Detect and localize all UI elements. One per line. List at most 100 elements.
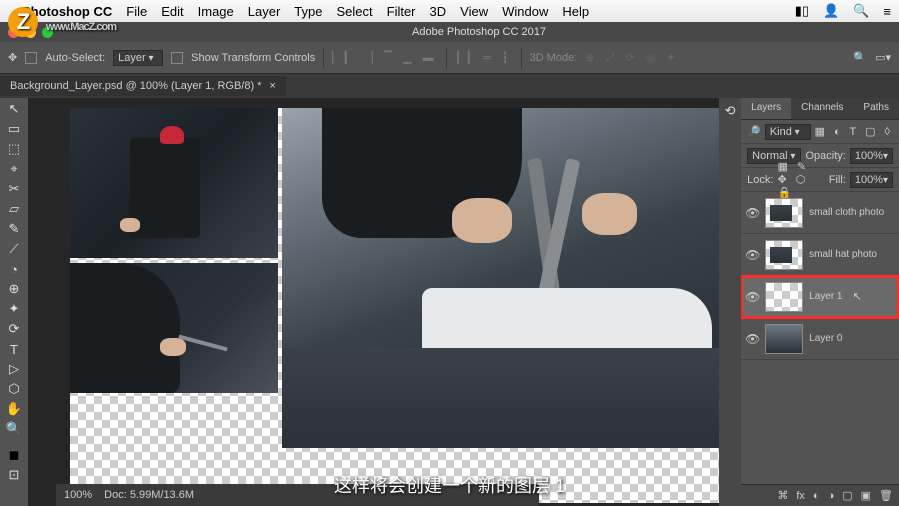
gradient-tool[interactable]: ⊕ <box>3 280 25 298</box>
path-tool[interactable]: ▷ <box>3 360 25 378</box>
cursor-icon: ↖ <box>853 290 862 303</box>
layer-row[interactable]: 👁 Layer 0 <box>741 318 899 360</box>
menu-icon[interactable]: ≡ <box>883 4 891 19</box>
marquee-tool[interactable]: ▭ <box>3 120 25 138</box>
layers-footer: ⌘ fx ◐ ◑ ▢ ▣ 🗑 <box>741 484 899 506</box>
menu-window[interactable]: Window <box>502 4 548 19</box>
layers-list: 👁 small cloth photo 👁 small hat photo 👁 … <box>741 192 899 484</box>
fx-icon[interactable]: fx <box>796 490 805 502</box>
layer-thumbnail[interactable] <box>765 282 803 312</box>
tab-close[interactable]: × <box>269 80 275 92</box>
canvas-area[interactable]: 100% Doc: 5.99M/13.6M <box>28 98 719 506</box>
image-small-hat <box>70 108 278 258</box>
3d-mode-icons: ⊕ ⤢ ⟳ ◎ ✦ <box>585 51 679 65</box>
visibility-toggle[interactable]: 👁 <box>745 290 759 304</box>
close-window[interactable] <box>8 27 19 38</box>
wand-tool[interactable]: ⌖ <box>3 160 25 178</box>
zoom-level[interactable]: 100% <box>64 489 92 501</box>
filter-kind[interactable]: Kind ▾ <box>765 124 811 140</box>
stamp-tool[interactable]: ⟋ <box>3 240 25 258</box>
menu-select[interactable]: Select <box>336 4 372 19</box>
tab-channels[interactable]: Channels <box>791 98 853 119</box>
search-tool-icon[interactable]: 🔍 <box>853 51 867 64</box>
zoom-window[interactable] <box>42 27 53 38</box>
zoom-tool[interactable]: 🔍 <box>3 420 25 438</box>
quickmask-toggle[interactable]: ⊡ <box>3 466 25 484</box>
right-panels: ⟲ Layers Channels Paths 🔎 Kind ▾ ▦ ◐ T ▢… <box>719 98 899 506</box>
tab-title: Background_Layer.psd @ 100% (Layer 1, RG… <box>10 80 261 92</box>
menu-type[interactable]: Type <box>294 4 322 19</box>
move-tool[interactable]: ↖ <box>3 100 25 118</box>
adjustment-icon[interactable]: ◑ <box>828 490 835 502</box>
layer-thumbnail[interactable] <box>765 240 803 270</box>
minimize-window[interactable] <box>25 27 36 38</box>
document-tabs: Background_Layer.psd @ 100% (Layer 1, RG… <box>0 74 899 98</box>
group-icon[interactable]: ▢ <box>842 489 852 502</box>
panel-tabs: Layers Channels Paths <box>741 98 899 120</box>
menu-help[interactable]: Help <box>562 4 589 19</box>
3d-mode-label: 3D Mode: <box>530 52 578 64</box>
auto-select-checkbox[interactable] <box>25 52 37 64</box>
frame-tool[interactable]: ▱ <box>3 200 25 218</box>
fill-value[interactable]: 100%▾ <box>850 172 893 188</box>
doc-info[interactable]: Doc: 5.99M/13.6M <box>104 489 194 501</box>
move-tool-indicator: ✥ <box>8 51 17 64</box>
toolbox: ↖ ▭ ⬚ ⌖ ✂ ▱ ✎ ⟋ ◔ ⊕ ✦ ⟳ T ▷ ⬡ ✋ 🔍 ◼ ⊡ <box>0 98 28 506</box>
panel-strip: ⟲ <box>719 98 741 506</box>
window-title: Adobe Photoshop CC 2017 <box>412 26 546 38</box>
visibility-toggle[interactable]: 👁 <box>745 332 759 346</box>
auto-select-target[interactable]: Layer ▾ <box>113 50 163 66</box>
delete-layer-icon[interactable]: 🗑 <box>879 489 893 502</box>
visibility-toggle[interactable]: 👁 <box>745 206 759 220</box>
user-icon[interactable]: 👤 <box>823 3 839 19</box>
layer-name[interactable]: small hat photo <box>809 249 877 260</box>
menu-view[interactable]: View <box>460 4 488 19</box>
eraser-tool[interactable]: ◔ <box>3 260 25 278</box>
align-icons[interactable]: ▏▎ ▕ ▔ ▁ ▬ <box>332 51 438 64</box>
opacity-value[interactable]: 100%▾ <box>850 148 893 164</box>
blur-tool[interactable]: ✦ <box>3 300 25 318</box>
menu-edit[interactable]: Edit <box>161 4 183 19</box>
workspace-switcher[interactable]: ▭▾ <box>875 51 891 64</box>
layer-thumbnail[interactable] <box>765 198 803 228</box>
status-bar: 100% Doc: 5.99M/13.6M <box>56 484 539 506</box>
distribute-icons[interactable]: ┃┃ ═ ┇ <box>455 51 513 64</box>
app-menu[interactable]: Photoshop CC <box>22 4 112 19</box>
auto-select-label: Auto-Select: <box>45 52 105 64</box>
menu-layer[interactable]: Layer <box>248 4 281 19</box>
show-transform-checkbox[interactable] <box>171 52 183 64</box>
tab-paths[interactable]: Paths <box>853 98 899 119</box>
foreground-color[interactable]: ◼ <box>3 446 25 464</box>
menu-3d[interactable]: 3D <box>430 4 447 19</box>
filter-icons[interactable]: ▦ ◐ T ▢ ◊ <box>815 125 893 138</box>
fill-label: Fill: <box>829 174 846 186</box>
layer-thumbnail[interactable] <box>765 324 803 354</box>
window-titlebar: Adobe Photoshop CC 2017 <box>0 22 899 42</box>
layer-row[interactable]: 👁 small cloth photo <box>741 192 899 234</box>
layer-row-selected[interactable]: 👁 Layer 1 ↖ <box>741 276 899 318</box>
type-tool[interactable]: T <box>3 340 25 358</box>
brush-tool[interactable]: ✎ <box>3 220 25 238</box>
layer-name[interactable]: small cloth photo <box>809 207 884 218</box>
tab-layers[interactable]: Layers <box>741 98 791 119</box>
dodge-tool[interactable]: ⟳ <box>3 320 25 338</box>
menu-image[interactable]: Image <box>198 4 234 19</box>
mask-icon[interactable]: ◐ <box>813 490 820 502</box>
layer-row[interactable]: 👁 small hat photo <box>741 234 899 276</box>
layer-name[interactable]: Layer 1 <box>809 291 842 302</box>
menu-filter[interactable]: Filter <box>387 4 416 19</box>
visibility-toggle[interactable]: 👁 <box>745 248 759 262</box>
layer-name[interactable]: Layer 0 <box>809 333 842 344</box>
lock-label: Lock: <box>747 174 773 186</box>
filter-kind-label: 🔎 <box>747 125 761 138</box>
menu-file[interactable]: File <box>126 4 147 19</box>
hand-tool[interactable]: ✋ <box>3 400 25 418</box>
document-tab[interactable]: Background_Layer.psd @ 100% (Layer 1, RG… <box>0 76 286 96</box>
search-icon[interactable]: 🔍 <box>853 3 869 19</box>
link-layers-icon[interactable]: ⌘ <box>777 489 788 502</box>
shape-tool[interactable]: ⬡ <box>3 380 25 398</box>
crop-tool[interactable]: ✂ <box>3 180 25 198</box>
new-layer-icon[interactable]: ▣ <box>861 489 871 502</box>
lasso-tool[interactable]: ⬚ <box>3 140 25 158</box>
history-icon[interactable]: ⟲ <box>719 102 741 120</box>
